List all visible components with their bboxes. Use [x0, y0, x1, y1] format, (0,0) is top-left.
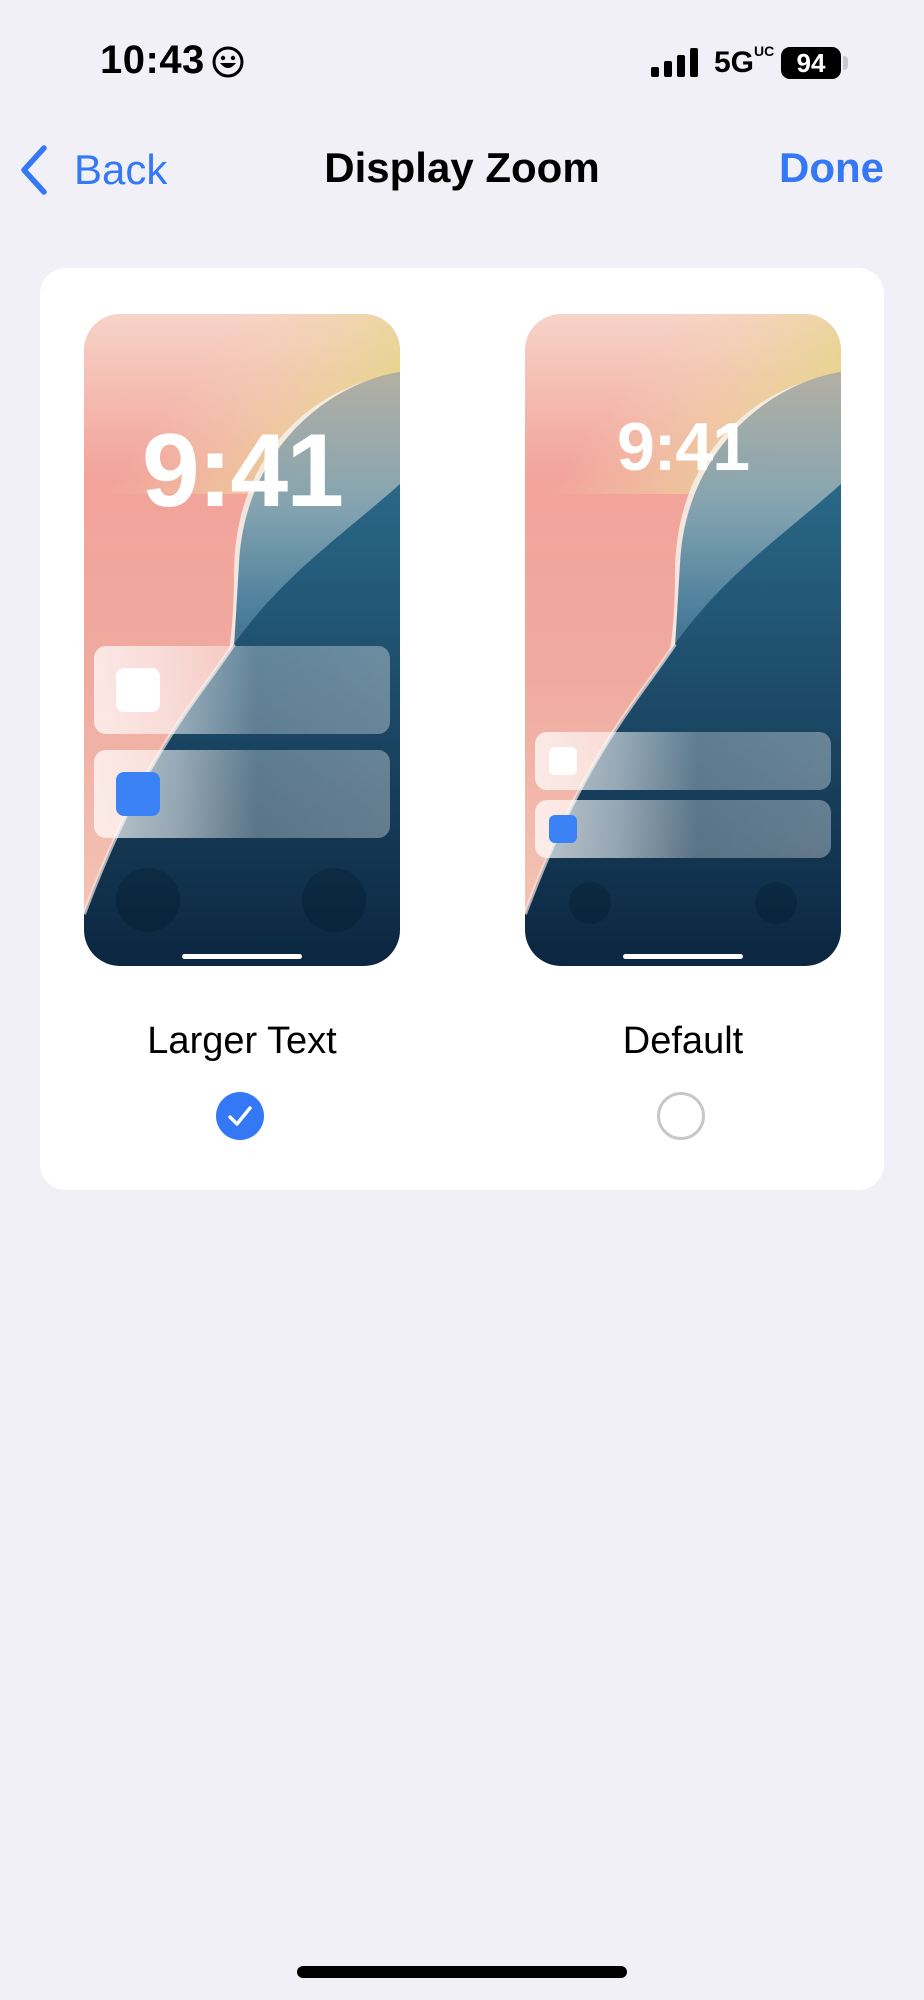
preview-home-indicator [182, 954, 302, 959]
battery-level: 94 [796, 48, 826, 78]
notification-app-icon [549, 815, 577, 843]
preview-clock: 9:41 [616, 409, 750, 485]
larger-text-preview: 9:41 [84, 314, 400, 966]
chevron-left-icon [21, 145, 47, 195]
notification-app-icon [116, 772, 160, 816]
checkmark-icon [228, 1106, 252, 1126]
larger-text-radio[interactable] [216, 1092, 264, 1140]
display-zoom-card: 9:41 Larger Text 9:41 Default [40, 268, 884, 1190]
back-button[interactable]: Back [18, 140, 167, 200]
flashlight-button-icon [569, 882, 611, 924]
home-indicator[interactable] [297, 1966, 627, 1978]
network-type: 5G [714, 46, 755, 79]
battery-icon: 94 [781, 47, 841, 79]
flashlight-button-icon [116, 868, 180, 932]
preview-home-indicator [623, 954, 743, 959]
done-button[interactable]: Done [779, 144, 884, 192]
option-label: Default [622, 1020, 744, 1062]
preview-notification [535, 732, 831, 790]
option-label: Larger Text [147, 1020, 337, 1062]
preview-notification [94, 646, 390, 734]
camera-button-icon [755, 882, 797, 924]
navigation-bar: Display Zoom Back Done [0, 130, 924, 210]
cellular-signal-icon [651, 48, 698, 77]
notification-app-icon [116, 668, 160, 712]
status-time: 10:43 [100, 38, 205, 82]
preview-notification [94, 750, 390, 838]
preview-notification [535, 800, 831, 858]
option-larger-text[interactable]: 9:41 Larger Text [84, 268, 404, 1190]
default-radio[interactable] [657, 1092, 705, 1140]
default-preview: 9:41 [525, 314, 841, 966]
status-bar: 10:43 5G UC 94 [0, 0, 924, 120]
smiley-icon [212, 46, 244, 78]
notification-app-icon [549, 747, 577, 775]
camera-button-icon [302, 868, 366, 932]
back-label: Back [74, 146, 168, 193]
network-suffix: UC [754, 43, 775, 59]
preview-clock: 9:41 [141, 413, 344, 529]
option-default[interactable]: 9:41 Default [525, 268, 845, 1190]
display-zoom-screen: 10:43 5G UC 94 Display Zoom Back Done 9:… [0, 0, 924, 2000]
battery-cap [843, 56, 848, 70]
